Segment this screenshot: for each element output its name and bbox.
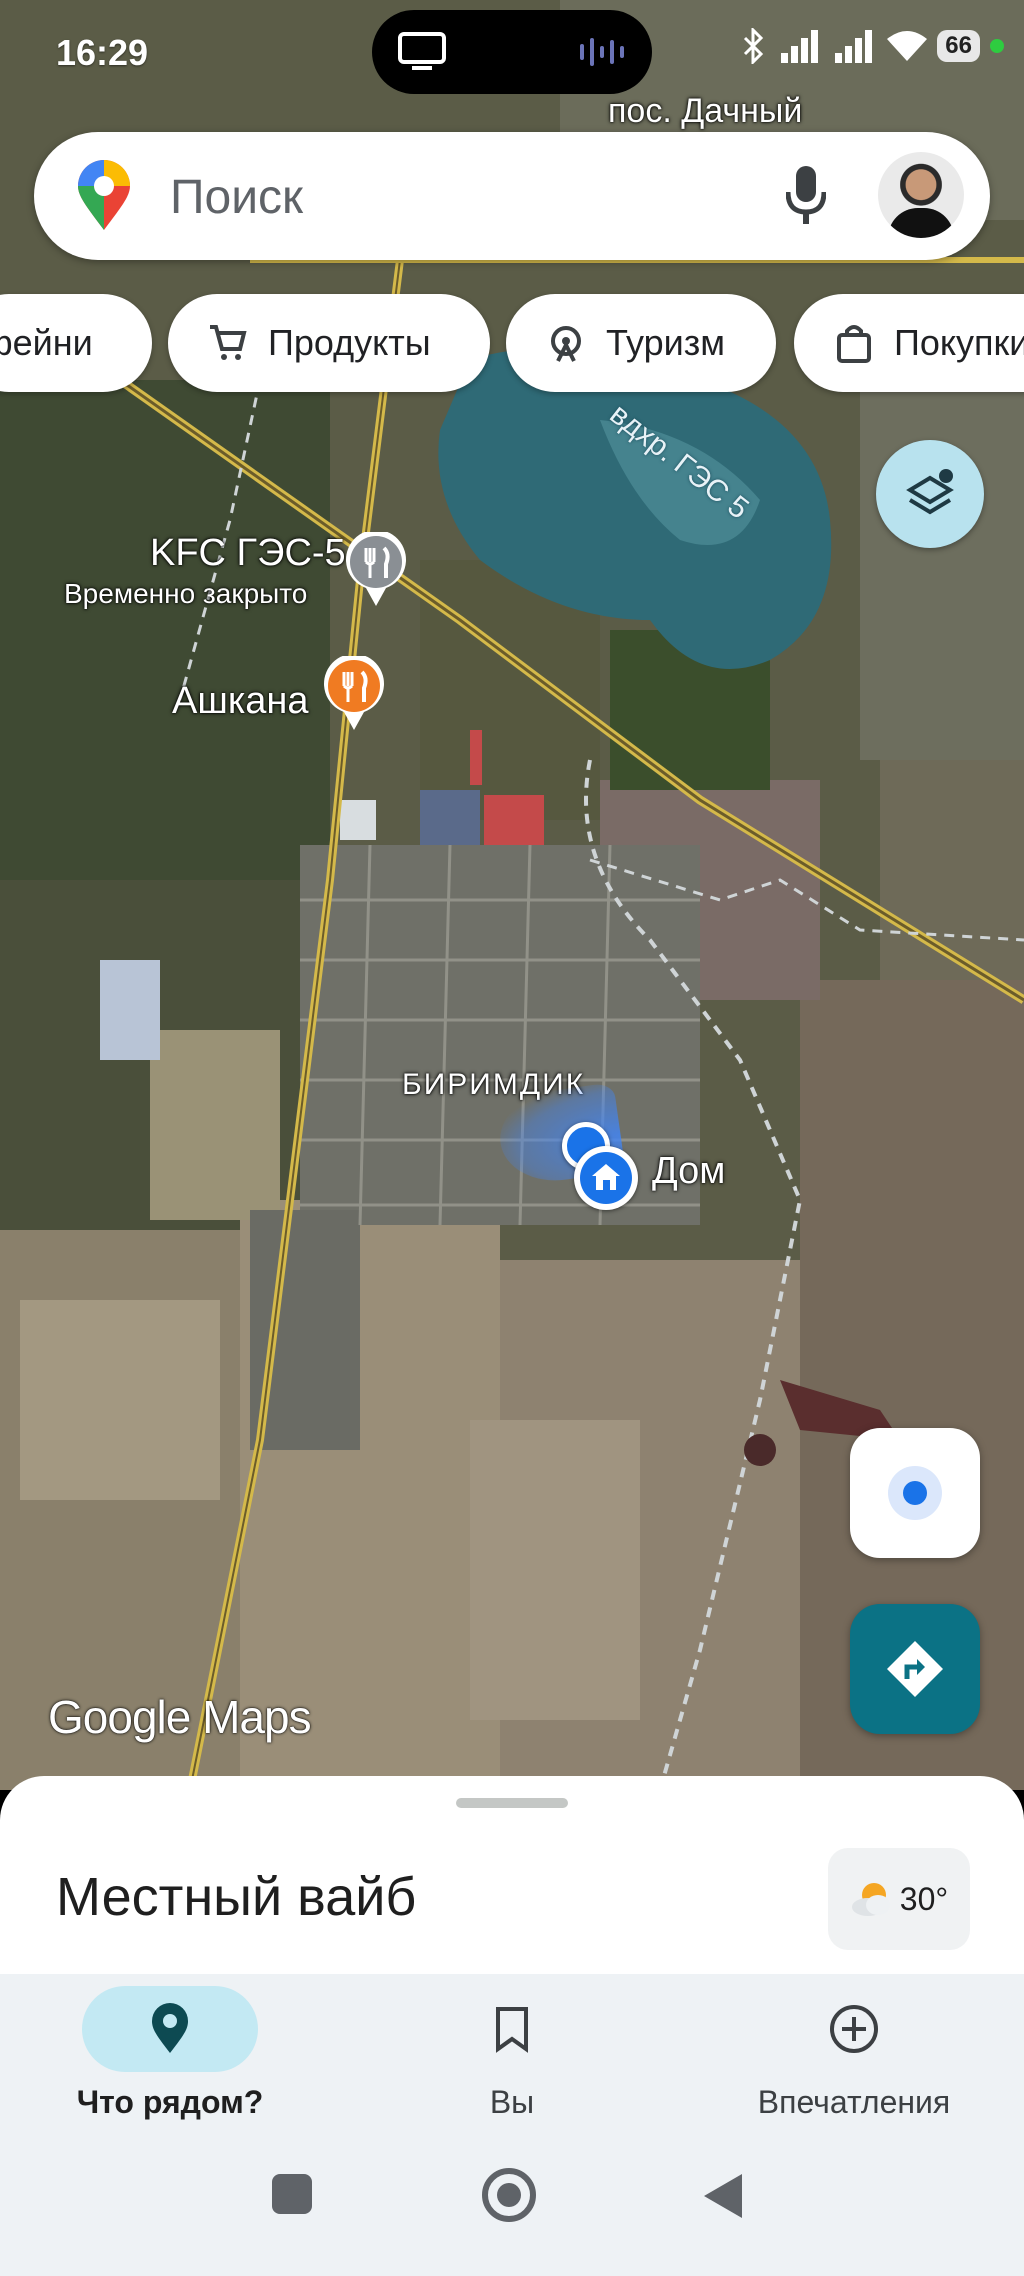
dynamic-island [372, 10, 652, 94]
search-input[interactable]: Поиск [170, 170, 303, 225]
profile-avatar[interactable] [878, 152, 964, 238]
settlement-label[interactable]: пос. Дачный [608, 92, 802, 131]
home-button[interactable] [482, 2168, 536, 2222]
weather-chip[interactable]: 30° [828, 1848, 970, 1950]
microphone-icon[interactable] [786, 164, 826, 226]
screen-cast-icon [398, 32, 446, 70]
recents-button[interactable] [272, 2174, 312, 2214]
my-location-button[interactable] [850, 1428, 980, 1558]
chip-cafe-label: Кафейни [0, 322, 93, 363]
battery-indicator: 66 [937, 30, 980, 62]
bookmark-icon [496, 2007, 528, 2053]
audio-wave-icon [580, 38, 624, 66]
status-time: 16:29 [56, 32, 149, 73]
restaurant-marker-icon[interactable] [344, 532, 408, 608]
chip-products[interactable]: Продукты [168, 294, 490, 392]
status-icons: 66 [739, 28, 1004, 64]
tab-you-label: Вы [489, 2084, 535, 2120]
status-bar: 16:29 66 [0, 0, 1024, 110]
weather-temperature: 30° [899, 1880, 949, 1917]
tab-impressions-label: Впечатления [757, 2084, 951, 2120]
chip-tourism-label: Туризм [606, 322, 725, 363]
poi-kfc-status: Временно закрыто [64, 578, 308, 609]
ferris-wheel-icon [551, 326, 581, 362]
system-navigation-bar [0, 2124, 1024, 2276]
chip-tourism[interactable]: Туризм [506, 294, 776, 392]
tab-nearby[interactable]: Что рядом? [20, 1986, 320, 2121]
home-label[interactable]: Дом [652, 1150, 725, 1193]
layers-button[interactable] [876, 440, 984, 548]
poi-ashkana-name[interactable]: Ашкана [172, 680, 309, 723]
chip-cafe[interactable]: Кафейни [0, 294, 152, 392]
cart-icon [210, 325, 247, 360]
bottom-sheet[interactable]: Местный вайб 30° [0, 1776, 1024, 1976]
google-maps-logo: Google Maps [48, 1691, 312, 1743]
back-button[interactable] [704, 2174, 742, 2218]
home-icon [592, 1164, 620, 1190]
wifi-icon [887, 31, 928, 61]
tab-impressions[interactable]: Впечатления [704, 1986, 1004, 2121]
google-maps-pin-icon [78, 160, 130, 230]
layers-icon [906, 469, 954, 515]
home-pin[interactable] [574, 1146, 638, 1210]
shopping-bag-icon [837, 325, 871, 363]
chip-shopping-label: Покупки [894, 322, 1024, 363]
add-circle-icon [830, 2005, 878, 2053]
tab-nearby-label: Что рядом? [76, 2084, 264, 2120]
restaurant-marker-icon[interactable] [322, 656, 386, 732]
signal-icon-2 [835, 30, 873, 63]
directions-icon [887, 1641, 943, 1697]
bottom-navigation: Что рядом? Вы Впечатления [0, 1974, 1024, 2124]
signal-icon [781, 30, 819, 63]
directions-button[interactable] [850, 1604, 980, 1734]
sheet-drag-handle[interactable] [456, 1798, 568, 1808]
partly-sunny-icon [851, 1883, 890, 1916]
map-view[interactable]: 16:29 66 пос. Дачный Поиск ейни Продукты… [0, 0, 1024, 1790]
category-chips: Кафейни Продукты Туризм Покупки [0, 294, 1024, 394]
location-pin-icon [152, 2003, 188, 2053]
chip-products-label: Продукты [268, 322, 431, 363]
chip-shopping[interactable]: Покупки [794, 294, 1024, 392]
privacy-dot [990, 39, 1004, 53]
search-bar[interactable]: Поиск [34, 132, 990, 260]
poi-kfc-name[interactable]: KFC ГЭС-5 [150, 532, 346, 575]
tab-you[interactable]: Вы [362, 1986, 662, 2121]
bluetooth-icon [744, 28, 764, 64]
sheet-title: Местный вайб [56, 1867, 417, 1927]
